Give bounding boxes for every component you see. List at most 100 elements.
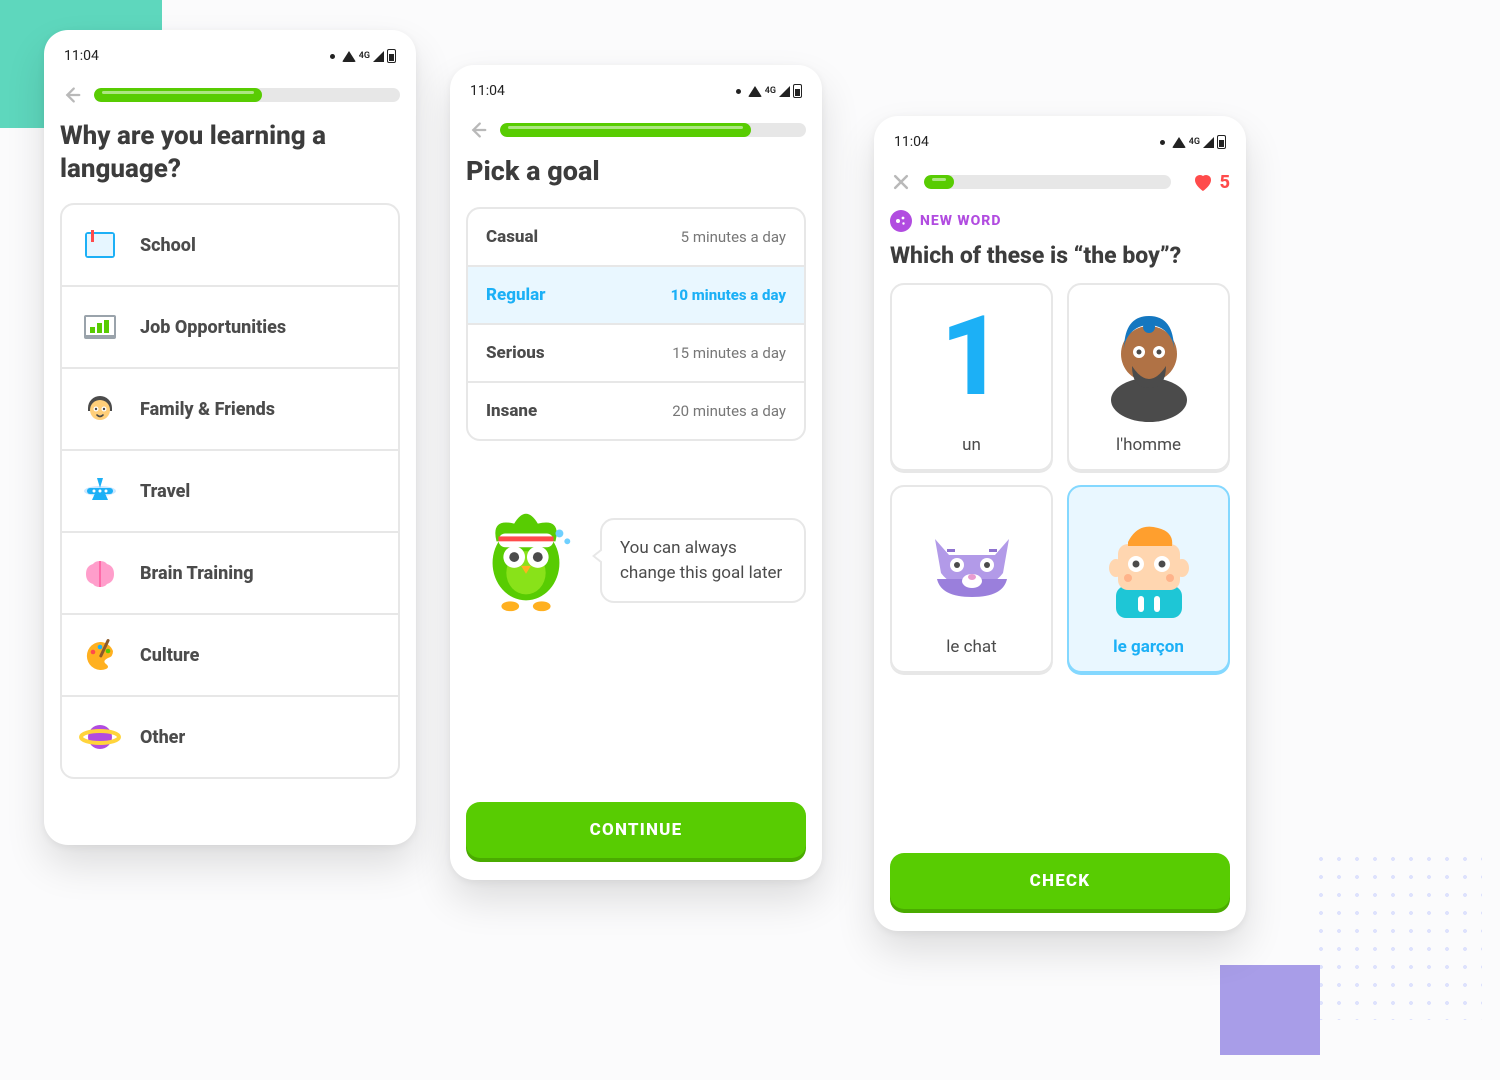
reason-option[interactable]: Family & Friends [62,369,398,451]
palette-icon [78,633,122,677]
battery-icon [793,84,802,98]
signal-icon [1203,137,1214,148]
answer-card[interactable]: le chat [890,485,1053,673]
card-label: le chat [946,637,996,657]
screen-title: Pick a goal [466,155,806,189]
goal-desc: 15 minutes a day [672,344,786,362]
status-bar: 11:04 4G [890,130,1230,162]
chart-icon [78,305,122,349]
goal-option[interactable]: Regular 10 minutes a day [468,267,804,325]
card-label: un [962,435,981,455]
brain-icon [78,551,122,595]
signal-icon [373,51,384,62]
cat-icon [912,499,1032,629]
close-icon[interactable] [890,171,912,193]
option-label: Brain Training [140,563,254,584]
progress-fill [500,123,751,137]
boy-icon [1089,499,1209,629]
answer-card-grid: 1 un l'homme le chat le garçon [890,283,1230,673]
number-one-icon: 1 [912,297,1032,427]
reason-option[interactable]: Culture [62,615,398,697]
tip-row: You can always change this goal later [466,501,806,621]
network-label: 4G [1189,137,1200,147]
back-arrow-icon[interactable] [60,84,82,106]
network-label: 4G [765,86,776,96]
progress-fill [94,88,262,102]
goal-option-list: Casual 5 minutes a day Regular 10 minutes a… [466,207,806,441]
reason-option[interactable]: Travel [62,451,398,533]
answer-card[interactable]: le garçon [1067,485,1230,673]
planet-icon [78,715,122,759]
status-icons: 4G [330,49,396,63]
heart-icon [1191,170,1215,194]
reason-option[interactable]: Brain Training [62,533,398,615]
continue-button[interactable]: CONTINUE [466,802,806,858]
decorative-dots [1312,850,1482,1020]
network-label: 4G [359,51,370,61]
man-icon [1089,297,1209,427]
battery-icon [1217,135,1226,149]
status-dot-icon [330,54,335,59]
goal-desc: 5 minutes a day [681,228,786,246]
goal-desc: 20 minutes a day [672,402,786,420]
progress-bar [94,88,400,102]
new-word-pill: NEW WORD [890,210,1001,232]
goal-name: Serious [486,343,545,363]
status-dot-icon [1160,140,1165,145]
plane-icon [78,469,122,513]
goal-name: Insane [486,401,537,421]
book-icon [78,223,122,267]
option-label: Other [140,727,185,748]
progress-bar [924,175,1171,189]
wifi-icon [1172,137,1186,148]
family-icon [78,387,122,431]
status-dot-icon [736,89,741,94]
goal-option[interactable]: Casual 5 minutes a day [468,209,804,267]
back-arrow-icon[interactable] [466,119,488,141]
exercise-prompt: Which of these is “the boy”? [890,242,1230,269]
top-row: 5 [890,170,1230,194]
option-label: Family & Friends [140,399,275,420]
tip-bubble: You can always change this goal later [600,518,806,603]
signal-icon [779,86,790,97]
duo-owl-icon [466,501,586,621]
battery-icon [387,49,396,63]
status-bar: 11:04 4G [466,79,806,111]
svg-text:1: 1 [940,302,1003,421]
top-row [466,119,806,141]
answer-card[interactable]: 1 un [890,283,1053,471]
progress-fill [924,175,954,189]
card-label: le garçon [1113,637,1184,657]
reason-option-list: School Job Opportunities Family & Friends T… [60,203,400,779]
goal-desc: 10 minutes a day [671,286,786,304]
option-label: Culture [140,645,199,666]
reason-option[interactable]: Other [62,697,398,777]
check-button[interactable]: CHECK [890,853,1230,909]
status-time: 11:04 [470,83,505,99]
goal-name: Regular [486,285,546,305]
option-label: Job Opportunities [140,317,286,338]
goal-option[interactable]: Insane 20 minutes a day [468,383,804,439]
goal-name: Casual [486,227,538,247]
hearts-count: 5 [1220,172,1230,193]
screen-title: Why are you learning a language? [60,120,400,185]
option-label: Travel [140,481,190,502]
progress-bar [500,123,806,137]
status-icons: 4G [736,84,802,98]
goal-option[interactable]: Serious 15 minutes a day [468,325,804,383]
answer-card[interactable]: l'homme [1067,283,1230,471]
reason-option[interactable]: Job Opportunities [62,287,398,369]
wifi-icon [342,51,356,62]
status-icons: 4G [1160,135,1226,149]
wifi-icon [748,86,762,97]
reason-option[interactable]: School [62,205,398,287]
screen-reason: 11:04 4G Why are you learning a language… [44,30,416,845]
sparkle-icon [890,210,912,232]
pill-label: NEW WORD [920,213,1001,229]
hearts-counter[interactable]: 5 [1191,170,1230,194]
decorative-purple-shape [1220,965,1320,1055]
screen-exercise: 11:04 4G 5 NEW WORD Which of these is “t… [874,116,1246,931]
status-time: 11:04 [64,48,99,64]
card-label: l'homme [1116,435,1181,455]
screen-goal: 11:04 4G Pick a goal Casual 5 minutes a d… [450,65,822,880]
